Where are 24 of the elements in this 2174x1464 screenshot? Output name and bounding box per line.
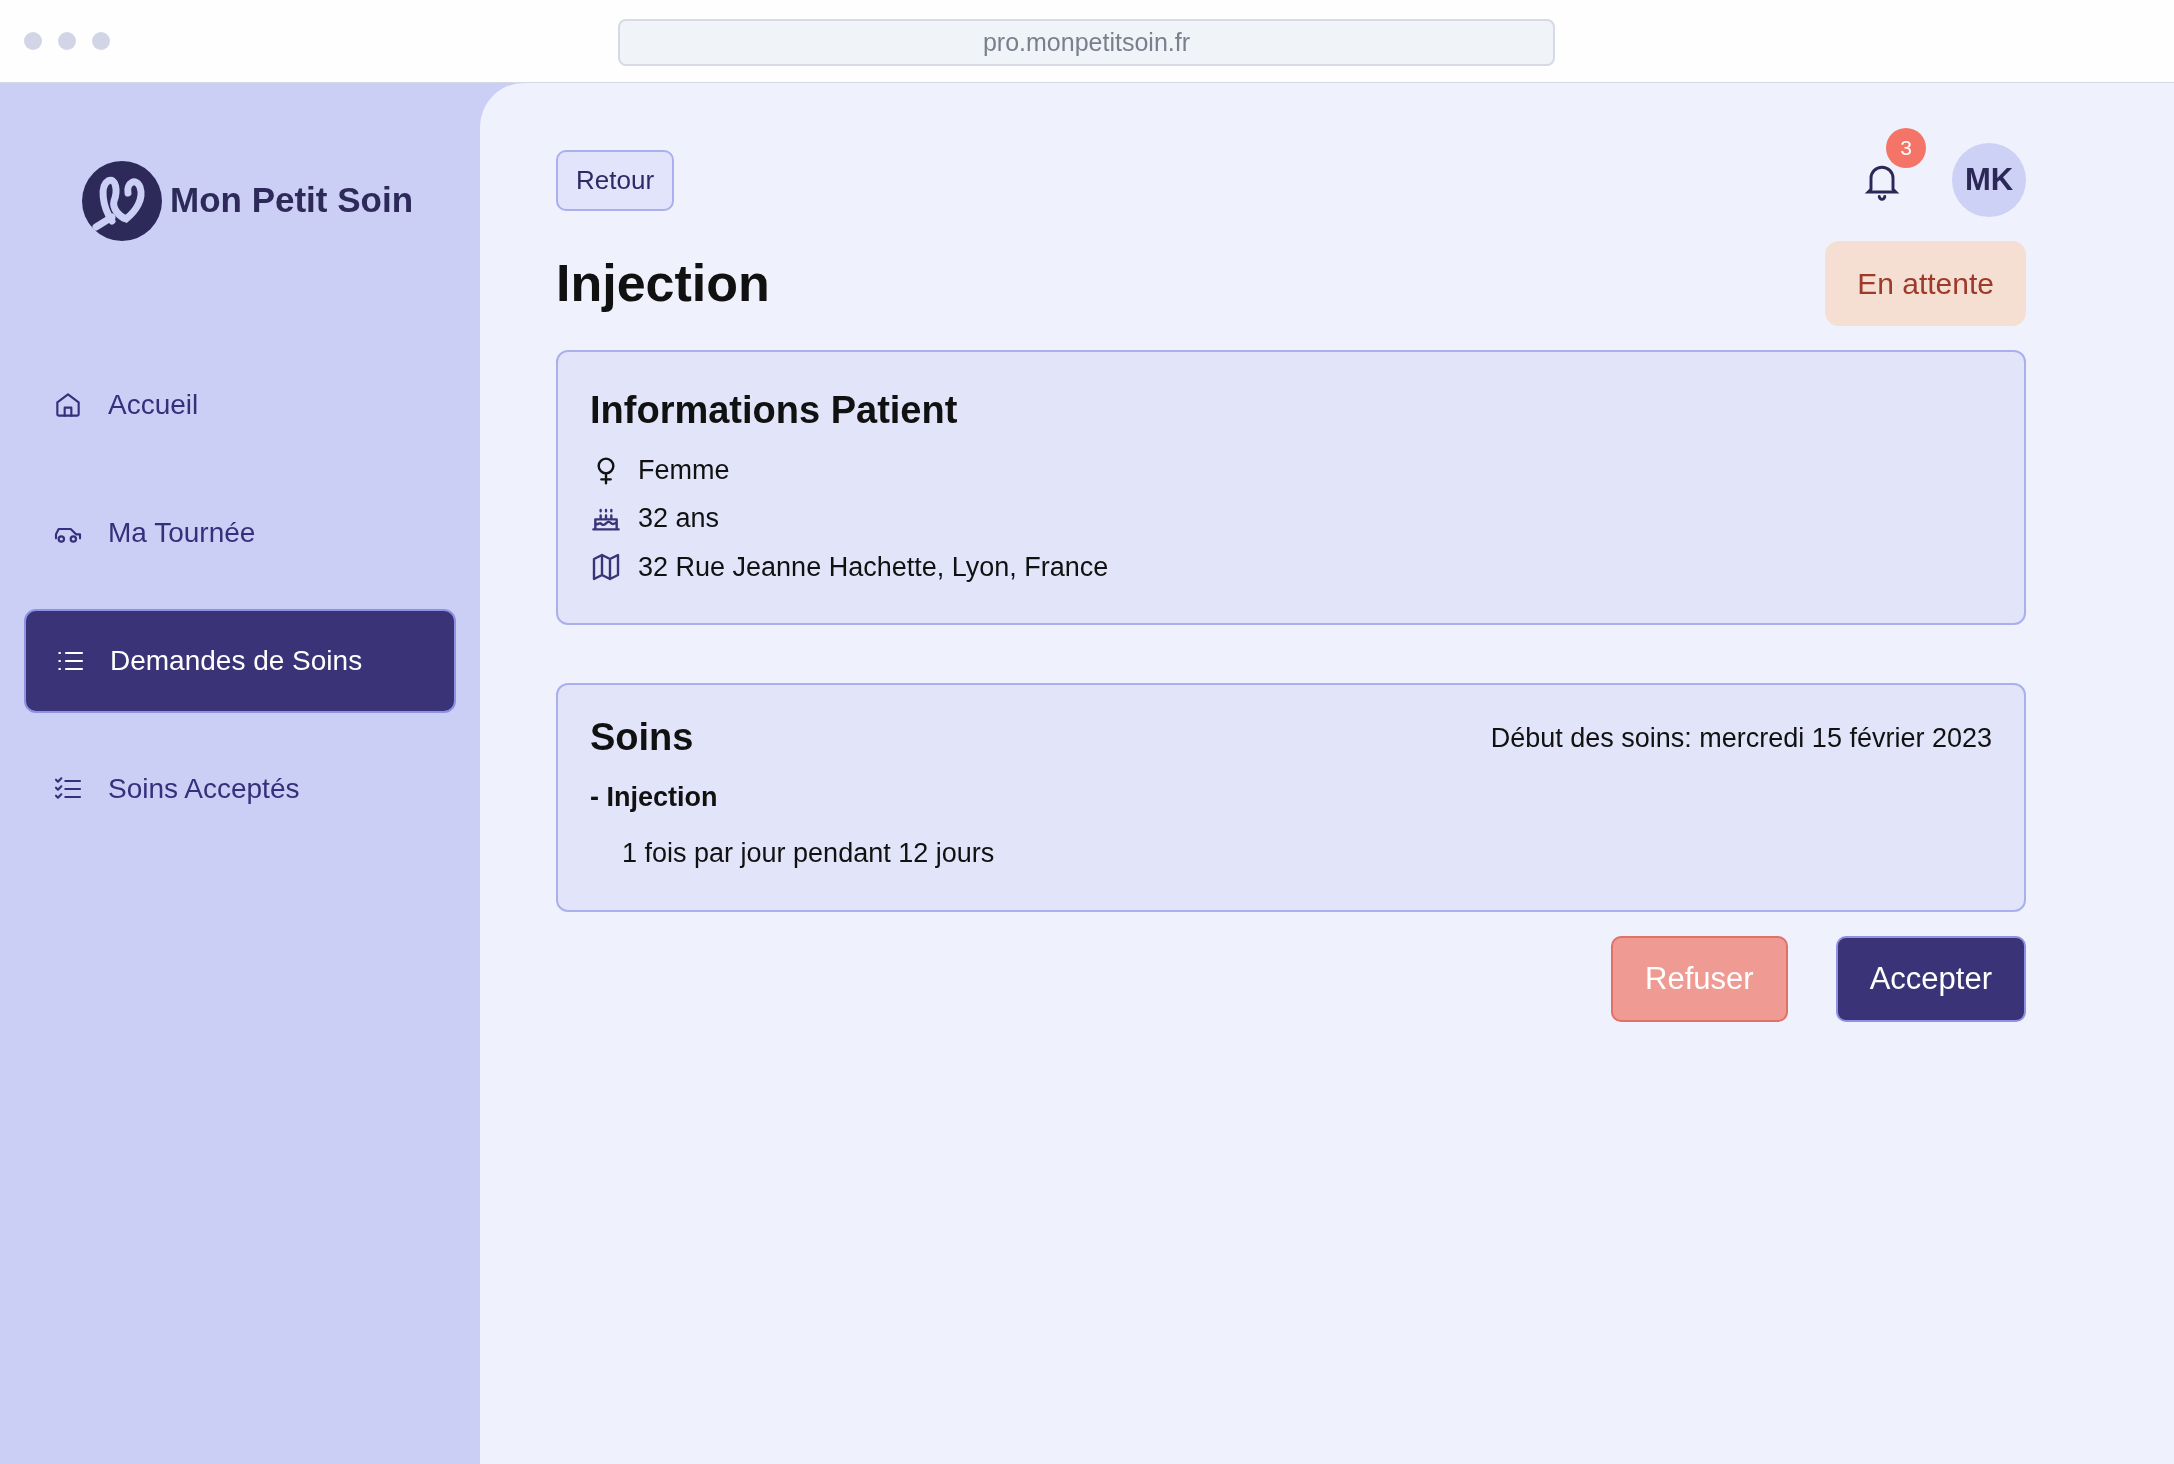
accept-button[interactable]: Accepter bbox=[1835, 935, 2026, 1023]
sidebar-item[interactable]: Soins Acceptés bbox=[24, 737, 456, 841]
patient-detail: 32 ans bbox=[638, 502, 720, 536]
care-start-date: Début des soins: mercredi 15 février 2023 bbox=[1490, 721, 1992, 755]
logo-icon bbox=[82, 160, 162, 241]
page-title: Injection bbox=[556, 253, 770, 315]
status-label: En attente bbox=[1825, 241, 2026, 326]
sidebar-item[interactable]: Ma Tournée bbox=[24, 481, 456, 585]
user-avatar[interactable]: MK bbox=[1952, 143, 2026, 217]
card-title: Soins bbox=[590, 715, 694, 761]
window-control-icon[interactable] bbox=[92, 32, 110, 50]
care-frequency: 1 fois par jour pendant 12 jours bbox=[621, 837, 996, 871]
address-bar[interactable]: pro.monpetitsoin.fr bbox=[618, 19, 1555, 66]
brand-name: Mon Petit Soin bbox=[170, 179, 414, 222]
card-title: Informations Patient bbox=[590, 388, 959, 433]
back-button[interactable]: Retour bbox=[556, 149, 675, 211]
sidebar-item[interactable]: Demandes de Soins bbox=[24, 609, 456, 713]
care-name: - Injection bbox=[590, 780, 719, 814]
patient-detail: Femme bbox=[638, 453, 730, 487]
sidebar-item[interactable]: Accueil bbox=[24, 353, 456, 457]
window-control-icon[interactable] bbox=[24, 32, 42, 50]
patient-detail: 32 Rue Jeanne Hachette, Lyon, France bbox=[638, 550, 1109, 584]
notification-count: 3 bbox=[1886, 128, 1926, 168]
window-control-icon[interactable] bbox=[58, 32, 76, 50]
